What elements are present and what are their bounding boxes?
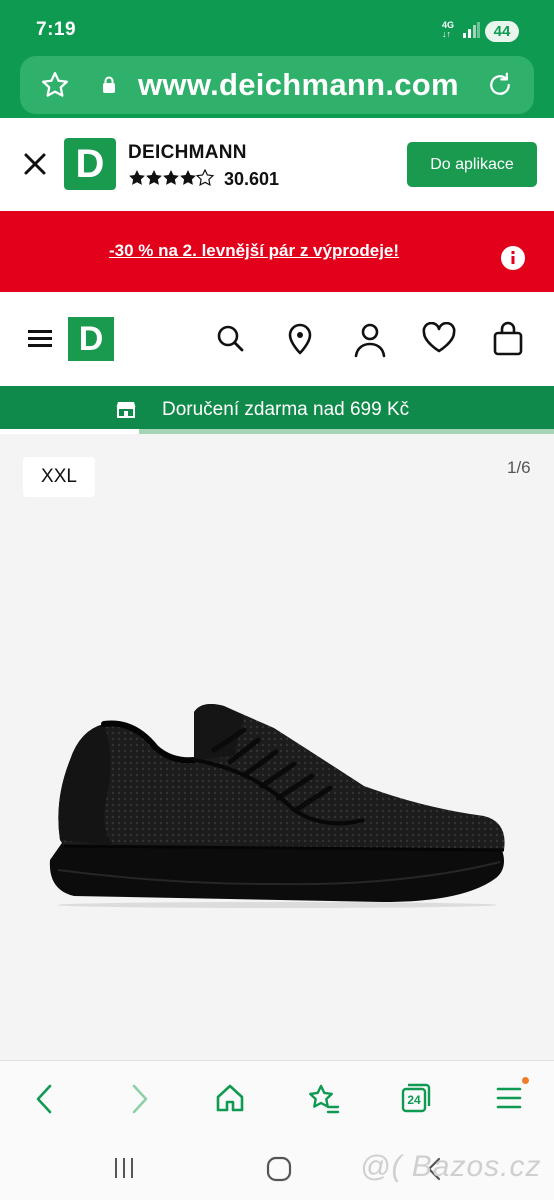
site-logo[interactable]: D: [68, 317, 114, 361]
size-tag: XXL: [23, 457, 95, 497]
app-name: DEICHMANN: [128, 142, 247, 163]
star-icon[interactable]: [40, 70, 70, 100]
watermark: @( Bazos.cz: [360, 1150, 542, 1183]
close-icon[interactable]: [22, 151, 48, 177]
status-time: 7:19: [36, 19, 77, 40]
signal-icon: [463, 22, 480, 38]
url-bar[interactable]: www.deichmann.com: [20, 56, 534, 114]
status-bar: 7:19 4G ↓↑ 44: [0, 0, 554, 56]
browser-toolbar: 24: [0, 1060, 554, 1140]
bookmarks-icon[interactable]: [306, 1083, 340, 1115]
app-rating-count: 30.601: [224, 169, 280, 189]
sneaker-image: [49, 704, 505, 908]
location-icon[interactable]: [284, 322, 316, 356]
account-icon[interactable]: [353, 322, 387, 358]
tabs-icon[interactable]: 24: [401, 1083, 431, 1113]
url-text[interactable]: www.deichmann.com: [138, 67, 459, 103]
product-gallery[interactable]: XXL 1/6: [0, 434, 554, 1060]
bag-icon[interactable]: [492, 320, 524, 356]
notification-dot: [522, 1077, 529, 1084]
menu-icon[interactable]: [496, 1087, 522, 1109]
network-type-icon: 4G ↓↑: [442, 20, 455, 39]
app-logo-letter: D: [75, 142, 105, 186]
promo-banner: -30 % na 2. levnější pár z výprodeje!: [0, 211, 554, 292]
lock-icon: [103, 76, 115, 93]
app-logo: D: [64, 138, 116, 190]
battery-badge: 44: [485, 21, 519, 42]
promo-link[interactable]: -30 % na 2. levnější pár z výprodeje!: [0, 241, 508, 261]
network-label: 4G: [442, 20, 455, 30]
reload-icon[interactable]: [485, 70, 515, 100]
rating-stars-icon: [129, 169, 214, 186]
shop-icon: [116, 402, 136, 418]
image-counter: 1/6: [507, 458, 531, 477]
heart-icon[interactable]: [421, 322, 457, 354]
recents-icon[interactable]: [112, 1156, 136, 1180]
info-icon[interactable]: [500, 245, 526, 271]
open-app-button[interactable]: Do aplikace: [407, 142, 537, 187]
home-icon[interactable]: [215, 1083, 245, 1113]
forward-icon[interactable]: [126, 1083, 152, 1115]
back-icon[interactable]: [32, 1083, 58, 1115]
free-delivery-bar: Doručení zdarma nad 699 Kč: [0, 386, 554, 434]
tabs-count: 24: [407, 1093, 421, 1107]
search-icon[interactable]: [214, 322, 246, 354]
browser-url-area: www.deichmann.com: [0, 56, 554, 118]
site-logo-letter: D: [78, 320, 104, 358]
site-header: D: [0, 292, 554, 386]
app-install-banner: D DEICHMANN 30.601 Do aplikace: [0, 118, 554, 211]
menu-icon[interactable]: [28, 328, 52, 348]
free-delivery-text: Doručení zdarma nad 699 Kč: [162, 399, 410, 420]
home-icon[interactable]: [266, 1156, 292, 1182]
system-navigation-bar: @( Bazos.cz: [0, 1140, 554, 1200]
